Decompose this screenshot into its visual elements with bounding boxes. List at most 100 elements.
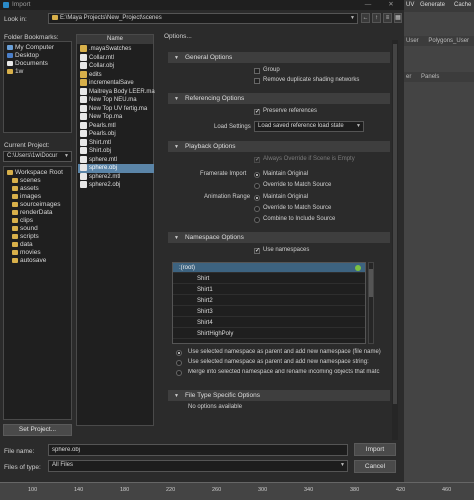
project-item[interactable]: sourceimages (12, 201, 60, 208)
minimize-button[interactable]: — (358, 0, 378, 10)
general-options-header[interactable]: ▼ General Options (168, 52, 390, 63)
scrollbar-thumb[interactable] (393, 44, 397, 404)
look-in-combo[interactable]: E:\Maya Projects\New_Project\scenes ▼ (48, 13, 358, 24)
anim-maintain-radio[interactable] (254, 195, 260, 201)
list-view-icon[interactable]: ≡ (383, 13, 392, 23)
file-name-input[interactable] (48, 444, 348, 456)
project-item[interactable]: clips (12, 217, 33, 224)
namespace-row[interactable]: Shirt4 (173, 318, 365, 328)
cancel-button[interactable]: Cancel (354, 460, 396, 473)
project-item[interactable]: Workspace Root (7, 169, 63, 176)
load-settings-dropdown[interactable]: Load saved reference load state ▼ (254, 121, 364, 132)
namespace-row[interactable]: Shirt (173, 274, 365, 284)
framerate-override-radio[interactable] (254, 183, 260, 189)
close-button[interactable]: ✕ (381, 0, 401, 10)
file-list-item[interactable]: edits (78, 70, 154, 80)
no-options-label: No options available (188, 404, 243, 410)
shelf-tab-user[interactable]: User (406, 38, 419, 44)
file-icon (80, 138, 87, 146)
project-item[interactable]: data (12, 241, 33, 248)
name-column-header[interactable]: Name (77, 35, 153, 44)
project-item[interactable]: sound (12, 225, 38, 232)
timeline-tick: 380 (350, 487, 360, 493)
chevron-down-icon: ▼ (356, 123, 361, 129)
preserve-references-label: Preserve references (263, 108, 318, 114)
collapse-triangle-icon: ▼ (174, 235, 179, 241)
use-namespaces-checkbox[interactable] (254, 247, 260, 254)
ns-parent-string-radio[interactable] (176, 360, 182, 366)
anim-combine-radio[interactable] (254, 217, 260, 223)
ns-parent-filename-radio[interactable] (176, 350, 182, 356)
file-list-item[interactable]: Shirt.mtl (78, 138, 154, 148)
file-list-item[interactable]: Collar.mtl (78, 53, 154, 63)
file-icon (80, 181, 87, 188)
file-list-item[interactable]: New Top.ma (78, 113, 154, 122)
namespace-row[interactable]: Shirt1 (173, 285, 365, 295)
namespace-root-row[interactable]: :(root) (173, 263, 365, 273)
import-button[interactable]: Import (354, 443, 396, 456)
timeline-tick: 260 (212, 487, 222, 493)
namespace-options-header[interactable]: ▼ Namespace Options (168, 232, 390, 243)
file-list-item[interactable]: New Top NEU.ma (78, 96, 154, 105)
project-item[interactable]: renderData (12, 209, 53, 216)
file-list-item[interactable]: Collar.obj (78, 62, 154, 71)
anim-override-radio[interactable] (254, 206, 260, 212)
project-item[interactable]: autosave (12, 257, 46, 264)
up-folder-icon[interactable]: ↑ (372, 13, 381, 23)
menu-uv[interactable]: UV (406, 2, 414, 8)
bookmark-1w[interactable]: 1w (7, 68, 23, 75)
back-icon[interactable]: ← (361, 13, 370, 23)
file-list-item[interactable]: New Top UV fertig.ma (78, 104, 154, 114)
file-list-item[interactable]: incrementalSave (78, 79, 154, 88)
namespace-row[interactable]: Shirt2 (173, 296, 365, 306)
file-list-item[interactable]: sphere2.obj (78, 181, 154, 190)
namespace-row[interactable]: Shirt3 (173, 307, 365, 317)
timeline-tick: 180 (120, 487, 130, 493)
current-project-label: Current Project: (4, 142, 50, 149)
panel-menu-panels[interactable]: Panels (421, 74, 439, 80)
shelf-tab-polygons-user[interactable]: Polygons_User (428, 38, 469, 44)
bookmark-documents[interactable]: Documents (7, 60, 48, 67)
group-checkbox[interactable] (254, 68, 260, 74)
remove-duplicate-checkbox[interactable] (254, 78, 260, 84)
file-list-item[interactable]: Shirt.obj (78, 147, 154, 156)
file-list-item[interactable]: Maitreya Body LEER.ma (78, 87, 155, 97)
framerate-maintain-radio[interactable] (254, 172, 260, 178)
current-project-combo[interactable]: C:\Users\1w\Docur ▼ (3, 151, 72, 162)
maya-app-icon (3, 2, 9, 8)
timeline-ruler[interactable]: 100 140 180 220 260 300 340 380 420 460 (0, 482, 474, 500)
load-settings-label: Load Settings (214, 124, 251, 130)
file-list-item[interactable]: sphere.obj (78, 164, 154, 173)
file-list-item[interactable]: Pearls.obj (78, 130, 154, 139)
project-item[interactable]: scenes (12, 177, 41, 184)
file-type-options-header[interactable]: ▼ File Type Specific Options (168, 390, 390, 401)
files-of-type-dropdown[interactable]: All Files ▼ (48, 460, 348, 472)
file-list-item[interactable]: sphere.mtl (78, 155, 154, 165)
playback-options-header[interactable]: ▼ Playback Options (168, 141, 390, 152)
file-list-item[interactable]: Pearls.mtl (78, 121, 154, 131)
file-list-item[interactable]: sphere2.mtl (78, 172, 154, 182)
menu-cache[interactable]: Cache (454, 2, 471, 8)
detail-view-icon[interactable]: ▦ (394, 13, 402, 23)
namespace-scrollbar[interactable] (368, 262, 374, 344)
file-icon (80, 104, 87, 112)
project-item[interactable]: assets (12, 185, 39, 192)
menu-generate[interactable]: Generate (420, 2, 445, 8)
namespace-row[interactable]: ShirtHighPoly (173, 329, 365, 339)
panel-menu-er[interactable]: er (406, 74, 411, 80)
referencing-options-header[interactable]: ▼ Referencing Options (168, 93, 390, 104)
options-scrollbar[interactable] (392, 40, 398, 440)
project-item[interactable]: scripts (12, 233, 39, 240)
project-item[interactable]: movies (12, 249, 41, 256)
preserve-references-checkbox[interactable] (254, 108, 260, 115)
project-item[interactable]: images (12, 193, 41, 200)
file-icon (80, 113, 87, 120)
options-title: Options... (164, 33, 192, 40)
bookmark-desktop[interactable]: Desktop (7, 52, 39, 59)
bookmark-my-computer[interactable]: My Computer (7, 44, 54, 51)
file-list-item[interactable]: .mayaSwatches (78, 45, 154, 54)
ns-merge-radio[interactable] (176, 370, 182, 376)
set-project-button[interactable]: Set Project... (3, 424, 72, 436)
scrollbar-thumb[interactable] (369, 269, 373, 297)
file-icon (80, 53, 87, 61)
